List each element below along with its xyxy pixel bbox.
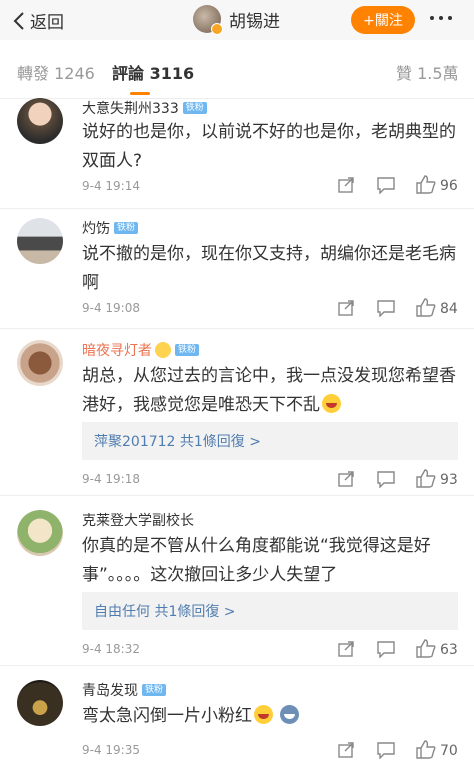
comment-item: 克莱登大学副校长 你真的是不管从什么角度都能说“我觉得这是好事”。。。。这次撤回… (0, 510, 474, 666)
timestamp: 9-4 19:14 (82, 179, 140, 193)
profile-title[interactable]: 胡锡进 (193, 5, 280, 35)
more-icon[interactable] (430, 16, 452, 20)
grin-emoji-icon (254, 705, 273, 724)
tab-reposts[interactable]: 轉發 1246 (17, 60, 95, 84)
emoji-icon (155, 342, 171, 358)
username[interactable]: 灼饬 铁粉 (82, 218, 139, 238)
like-count: 96 (440, 178, 458, 194)
avatar[interactable] (17, 510, 63, 556)
laugh-emoji-icon (322, 394, 341, 413)
username[interactable]: 暗夜寻灯者 铁粉 (82, 340, 200, 360)
fan-badge: 铁粉 (175, 344, 200, 356)
share-icon[interactable] (338, 300, 356, 316)
avatar[interactable] (17, 340, 63, 386)
reply-preview[interactable]: 萍聚201712 共1條回復 > (82, 422, 458, 460)
timestamp: 9-4 18:32 (82, 642, 140, 656)
comment-item: 灼饬 铁粉 说不撤的是你，现在你又支持，胡编你还是老毛病啊 9-4 19:08 … (0, 218, 474, 329)
fan-badge: 铁粉 (182, 102, 207, 114)
comment-text: 说好的也是你，以前说不好的也是你，老胡典型的双面人? (82, 122, 456, 171)
username[interactable]: 克莱登大学副校长 (82, 510, 194, 530)
follow-button[interactable]: +關注 (351, 6, 415, 34)
share-icon[interactable] (338, 742, 356, 758)
like-count: 84 (440, 301, 458, 317)
username[interactable]: 大意失荆州333 铁粉 (82, 98, 207, 118)
back-button[interactable]: 返回 (12, 8, 64, 33)
comment-icon[interactable] (377, 177, 395, 194)
comment-text: 胡总，从您过去的言论中，我一点没发现您希望香港好，我感觉您是唯恐天下不乱 (82, 366, 456, 415)
timestamp: 9-4 19:35 (82, 743, 140, 757)
fan-badge: 铁粉 (114, 222, 139, 234)
share-icon[interactable] (338, 641, 356, 657)
like-icon[interactable] (416, 639, 436, 658)
comment-item: 暗夜寻灯者 铁粉 胡总，从您过去的言论中，我一点没发现您希望香港好，我感觉您是唯… (0, 340, 474, 496)
comment-text: 你真的是不管从什么角度都能说“我觉得这是好事”。。。。这次撤回让多少人失望了 (82, 536, 431, 585)
top-bar: 返回 胡锡进 +關注 (0, 0, 474, 40)
comment-text: 弯太急闪倒一片小粉红 (82, 702, 462, 731)
comment-icon[interactable] (377, 471, 395, 488)
avatar[interactable] (17, 98, 63, 144)
like-count: 63 (440, 642, 458, 658)
verified-icon (211, 23, 223, 35)
like-count: 93 (440, 472, 458, 488)
timestamp: 9-4 19:08 (82, 301, 140, 315)
like-count: 70 (440, 743, 458, 759)
avatar (193, 5, 223, 35)
chevron-left-icon (13, 11, 24, 30)
avatar[interactable] (17, 218, 63, 264)
tab-likes[interactable]: 贊 1.5萬 (396, 60, 459, 84)
comment-icon[interactable] (377, 742, 395, 759)
comment-icon[interactable] (377, 641, 395, 658)
comment-text: 说不撤的是你，现在你又支持，胡编你还是老毛病啊 (82, 244, 456, 293)
fan-badge: 铁粉 (142, 684, 167, 696)
like-icon[interactable] (416, 469, 436, 488)
comment-item: 大意失荆州333 铁粉 说好的也是你，以前说不好的也是你，老胡典型的双面人? 9… (0, 98, 474, 209)
avatar[interactable] (17, 680, 63, 726)
panda-emoji-icon (280, 705, 300, 724)
reply-preview[interactable]: 自由任何 共1條回復 > (82, 592, 458, 630)
active-tab-indicator (130, 92, 150, 95)
like-icon[interactable] (416, 298, 436, 317)
comment-icon[interactable] (377, 300, 395, 317)
like-icon[interactable] (416, 740, 436, 759)
timestamp: 9-4 19:18 (82, 472, 140, 486)
comment-item: 青岛发现 铁粉 弯太急闪倒一片小粉红 9-4 19:35 70 (0, 680, 474, 760)
tab-bar: 轉發 1246 評論 3116 贊 1.5萬 (0, 40, 474, 99)
username[interactable]: 青岛发现 铁粉 (82, 680, 167, 700)
back-label: 返回 (30, 13, 64, 33)
tab-comments[interactable]: 評論 3116 (112, 60, 194, 84)
share-icon[interactable] (338, 177, 356, 193)
share-icon[interactable] (338, 471, 356, 487)
like-icon[interactable] (416, 175, 436, 194)
page-title: 胡锡进 (229, 11, 280, 32)
